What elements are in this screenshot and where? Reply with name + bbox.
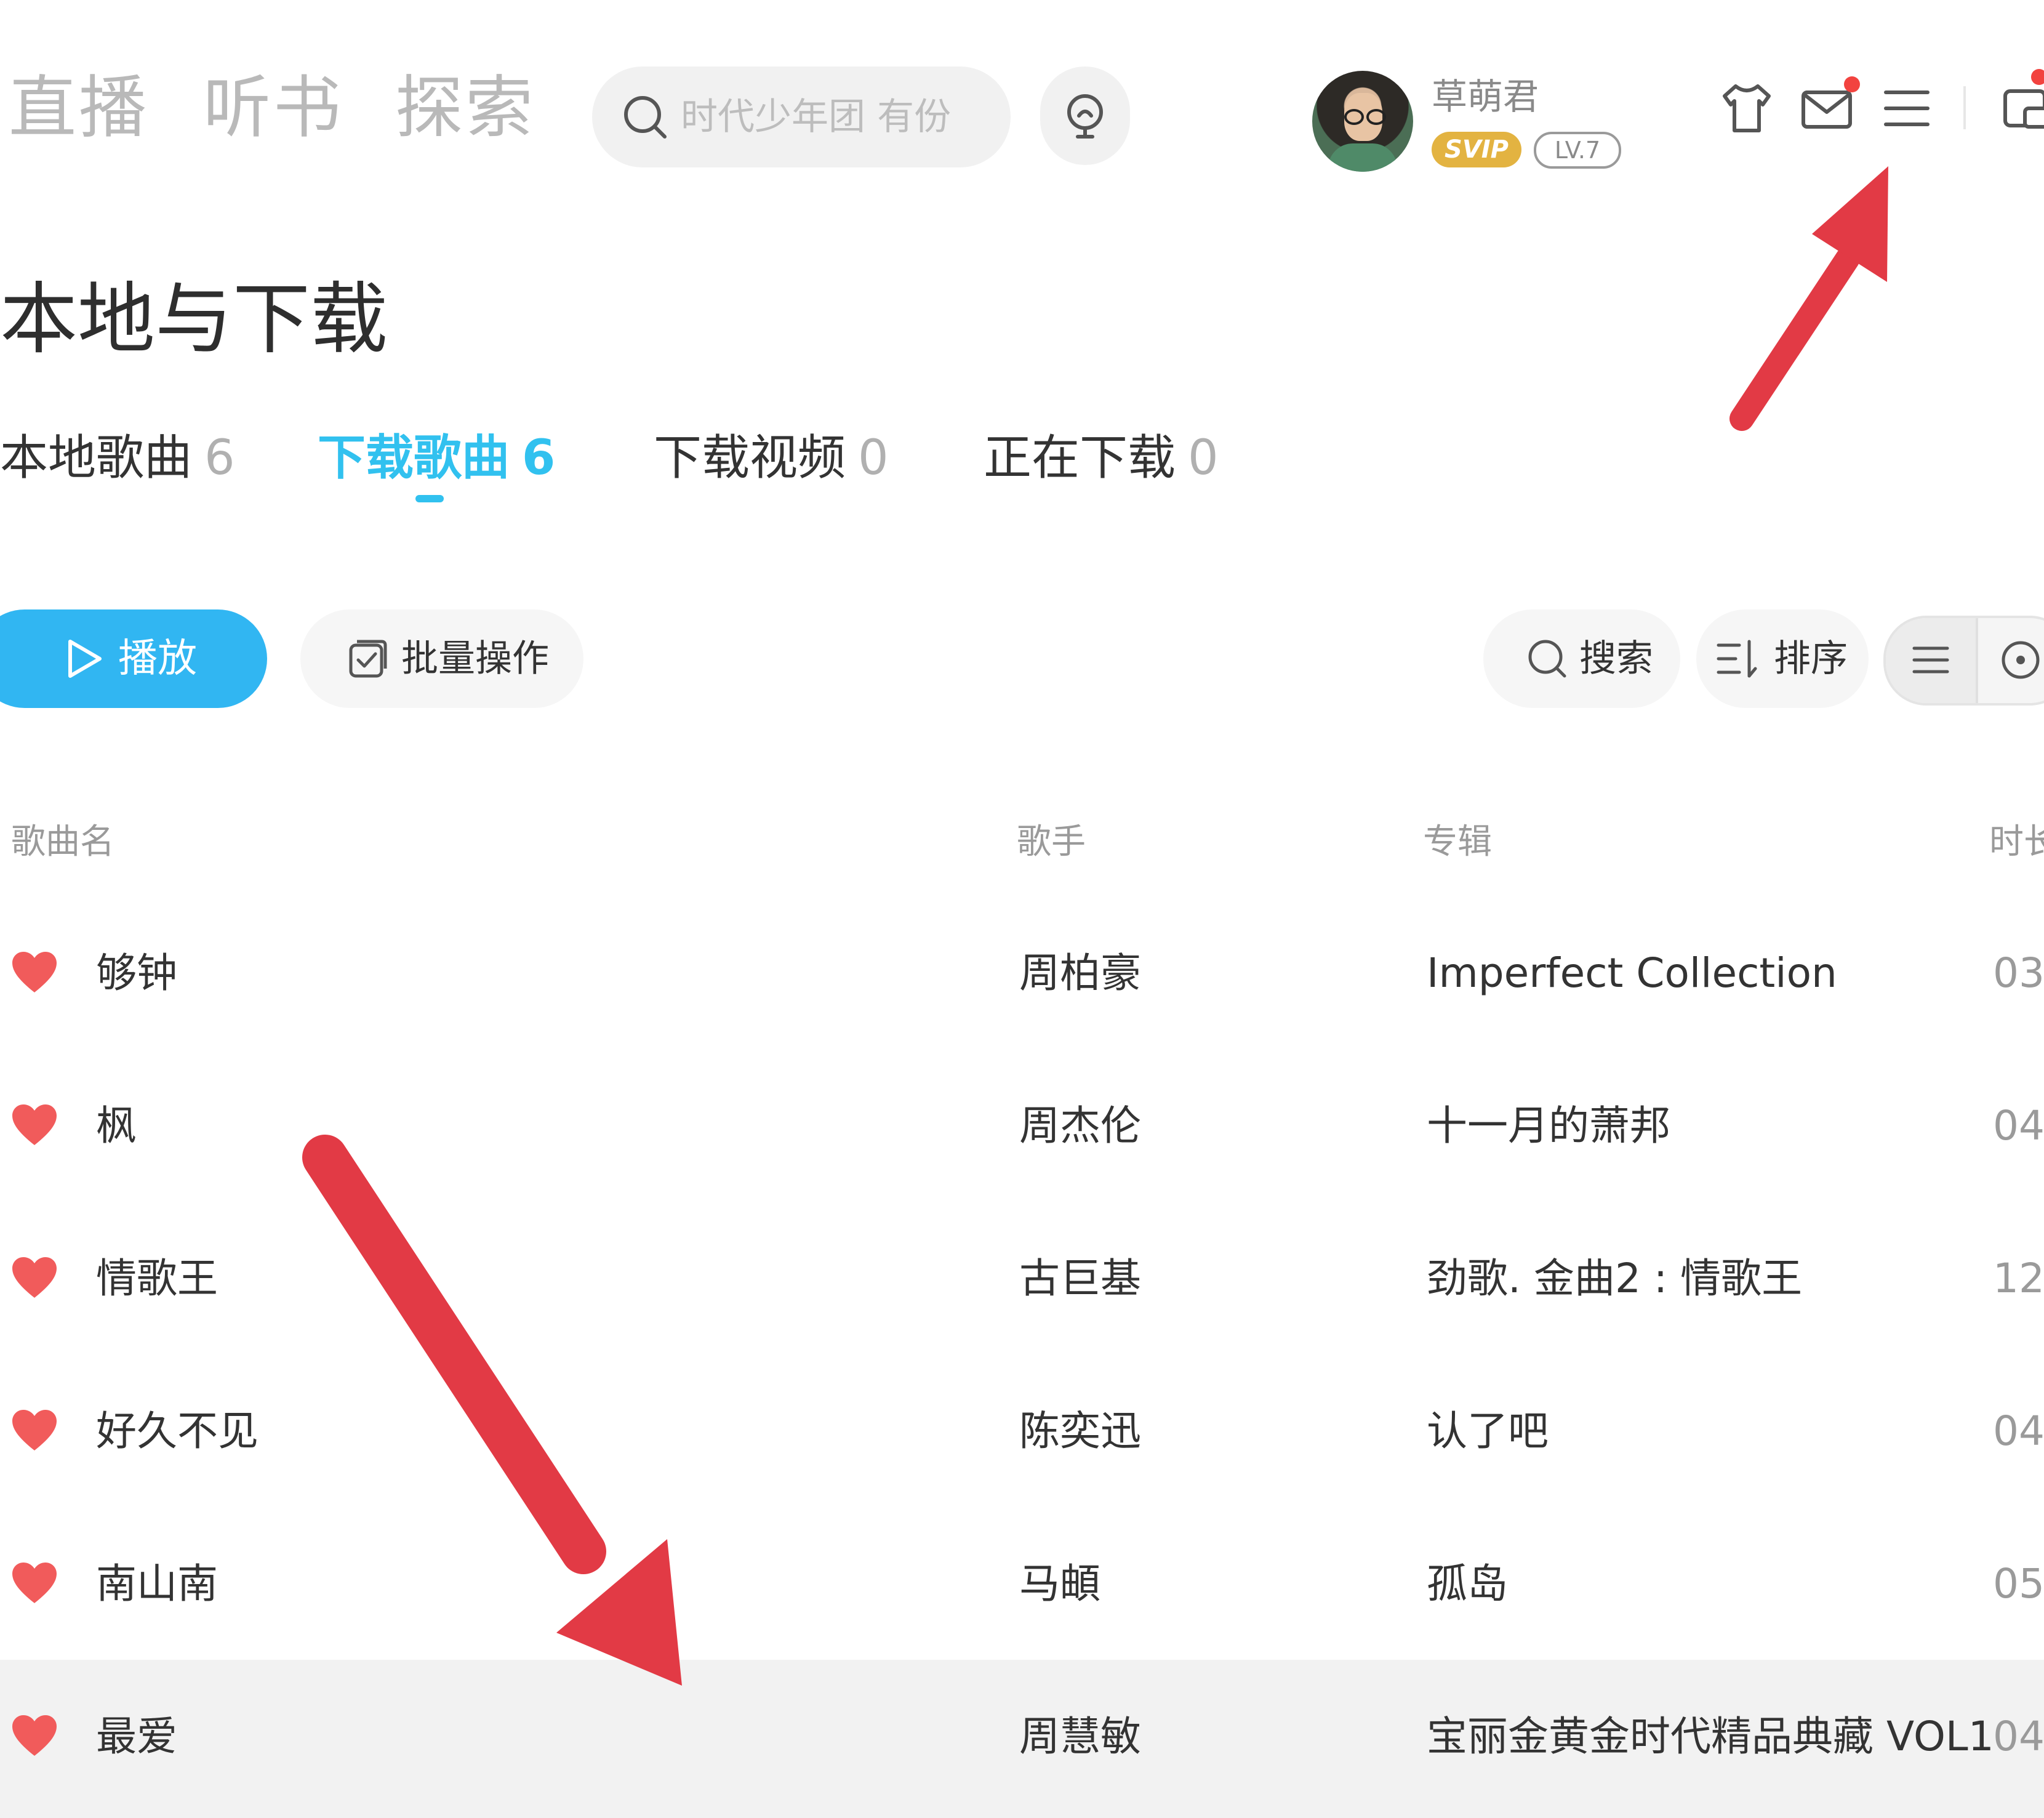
table-row-selected[interactable]: 最爱 周慧敏 宝丽金黄金时代精品典藏 VOL1 04: xyxy=(0,1660,2044,1818)
column-header-artist[interactable]: 歌手 xyxy=(1017,825,1086,859)
list-view-icon xyxy=(1912,646,1949,674)
column-header-duration[interactable]: 时长 xyxy=(1989,825,2044,859)
song-title: 够钟 xyxy=(96,949,177,997)
sort-label: 排序 xyxy=(1774,637,1848,680)
song-artist[interactable]: 古巨基 xyxy=(1019,1258,1141,1299)
batch-operation-label: 批量操作 xyxy=(401,637,549,680)
tshirt-icon[interactable] xyxy=(1717,79,1776,138)
song-title: 最爱 xyxy=(96,1713,177,1760)
play-label: 播放 xyxy=(118,636,197,682)
mini-player-icon[interactable] xyxy=(1997,79,2044,138)
tab-count: 0 xyxy=(1188,430,1219,486)
heart-icon[interactable] xyxy=(10,1256,59,1300)
tab-count: 6 xyxy=(204,430,235,486)
song-artist[interactable]: 周慧敏 xyxy=(1019,1716,1141,1757)
tab-label: 正在下载 xyxy=(984,430,1176,486)
nav-item-live[interactable]: 直播 xyxy=(9,74,149,142)
tab-label: 本地歌曲 xyxy=(0,430,193,486)
song-title: 情歌王 xyxy=(96,1255,218,1302)
heart-icon[interactable] xyxy=(10,1409,59,1453)
tab-count: 0 xyxy=(858,430,889,486)
play-all-button[interactable]: 播放 xyxy=(0,609,267,708)
sort-button[interactable]: 排序 xyxy=(1696,609,1869,708)
table-row[interactable]: 够钟 周柏豪 Imperfect Collection 03: xyxy=(0,896,2044,1049)
song-album[interactable]: 认了吧 xyxy=(1427,1411,1549,1452)
search-icon xyxy=(1528,640,1566,678)
microphone-icon xyxy=(1067,94,1103,139)
toolbar-divider xyxy=(1963,86,1966,129)
heart-icon[interactable] xyxy=(10,951,59,995)
song-album[interactable]: 孤岛 xyxy=(1427,1564,1508,1604)
tab-label: 下载视频 xyxy=(654,430,846,486)
search-list-button[interactable]: 搜索 xyxy=(1483,609,1680,708)
checkbox-icon xyxy=(349,640,387,678)
song-artist[interactable]: 周柏豪 xyxy=(1019,953,1141,994)
nav-item-explore[interactable]: 探索 xyxy=(395,74,535,142)
menu-icon[interactable] xyxy=(1877,79,1936,138)
tab-count: 6 xyxy=(522,430,556,486)
notification-dot xyxy=(1844,76,1860,92)
song-duration: 12: xyxy=(1993,1255,2044,1302)
heart-icon[interactable] xyxy=(10,1714,59,1758)
column-header-album[interactable]: 专辑 xyxy=(1423,825,1492,859)
song-album[interactable]: 宝丽金黄金时代精品典藏 VOL1 xyxy=(1427,1716,1994,1757)
list-view-option[interactable] xyxy=(1886,618,1976,703)
search-placeholder: 时代少年团 有份 xyxy=(681,95,952,139)
song-artist[interactable]: 周杰伦 xyxy=(1019,1106,1141,1146)
tab-downloaded-videos[interactable]: 下载视频 0 xyxy=(654,434,889,482)
song-artist[interactable]: 陈奕迅 xyxy=(1019,1411,1141,1452)
username[interactable]: 草萌君 xyxy=(1432,79,1539,115)
song-title: 好久不见 xyxy=(96,1407,259,1455)
song-album[interactable]: 劲歌. 金曲2 : 情歌王 xyxy=(1427,1258,1802,1299)
voice-search-button[interactable] xyxy=(1040,66,1130,165)
level-badge[interactable]: LV.7 xyxy=(1534,132,1621,169)
sort-icon xyxy=(1717,640,1757,678)
tab-downloading[interactable]: 正在下载 0 xyxy=(984,434,1219,482)
song-duration: 03: xyxy=(1993,949,2044,997)
search-input[interactable]: 时代少年团 有份 xyxy=(592,66,1011,167)
disc-view-icon[interactable] xyxy=(1999,638,2042,682)
svip-badge[interactable]: SVIP xyxy=(1432,132,1521,167)
column-header-title[interactable]: 歌曲名 xyxy=(11,825,114,859)
avatar[interactable] xyxy=(1312,71,1413,172)
tab-downloaded-songs[interactable]: 下载歌曲 6 xyxy=(318,434,555,482)
song-duration: 04: xyxy=(1993,1713,2044,1760)
play-icon xyxy=(68,640,102,678)
heart-icon[interactable] xyxy=(10,1103,59,1148)
notification-dot xyxy=(2031,69,2044,85)
nav-item-audiobooks[interactable]: 听书 xyxy=(203,74,343,142)
search-list-label: 搜索 xyxy=(1579,637,1653,680)
table-row[interactable]: 枫 周杰伦 十一月的萧邦 04: xyxy=(0,1049,2044,1202)
table-row[interactable]: 情歌王 古巨基 劲歌. 金曲2 : 情歌王 12: xyxy=(0,1202,2044,1354)
batch-operation-button[interactable]: 批量操作 xyxy=(300,609,583,708)
tab-label: 下载歌曲 xyxy=(318,430,510,486)
song-duration: 05: xyxy=(1993,1560,2044,1607)
heart-icon[interactable] xyxy=(10,1561,59,1606)
song-duration: 04: xyxy=(1993,1102,2044,1149)
song-artist[interactable]: 马頔 xyxy=(1019,1564,1100,1604)
song-title: 南山南 xyxy=(96,1560,218,1607)
search-icon xyxy=(624,96,667,139)
song-album[interactable]: 十一月的萧邦 xyxy=(1427,1106,1670,1146)
table-row[interactable]: 南山南 马頔 孤岛 05: xyxy=(0,1507,2044,1660)
view-mode-toggle[interactable] xyxy=(1883,616,2044,706)
song-title: 枫 xyxy=(96,1102,137,1149)
table-row[interactable]: 好久不见 陈奕迅 认了吧 04: xyxy=(0,1354,2044,1507)
song-album[interactable]: Imperfect Collection xyxy=(1427,953,1837,994)
song-duration: 04: xyxy=(1993,1407,2044,1455)
page-title: 本地与下载 xyxy=(0,274,388,364)
arrow-to-menu-icon xyxy=(1729,166,1888,431)
tab-local-songs[interactable]: 本地歌曲 6 xyxy=(0,434,235,482)
active-tab-indicator xyxy=(415,495,444,502)
